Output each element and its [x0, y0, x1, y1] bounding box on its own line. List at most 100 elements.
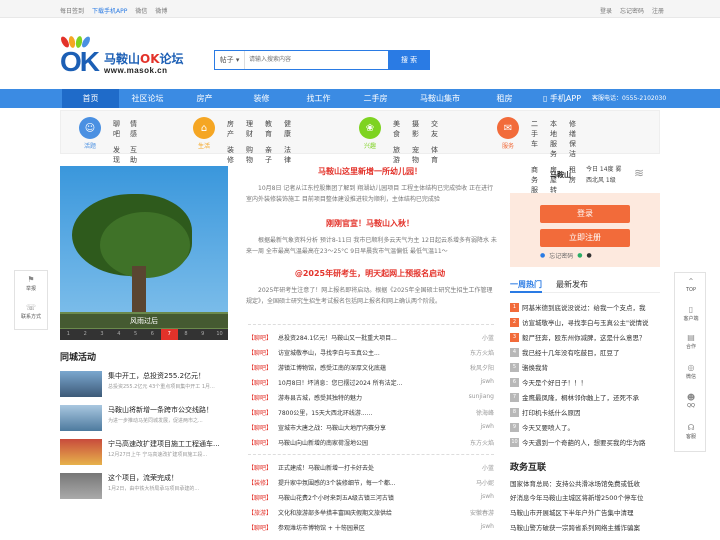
cat-link[interactable]: 互助 [130, 145, 137, 165]
cat-link[interactable]: 房产 [227, 119, 234, 139]
slide-dot[interactable]: 1 [60, 329, 77, 340]
list-item[interactable]: 马鞍山将新增一条跨市公交线路！ 为进一步推动马芜同城发展，促进两市之... [60, 405, 230, 435]
cat-link[interactable]: 法律 [284, 145, 291, 165]
cat-link[interactable]: 情感 [130, 119, 137, 139]
login-button[interactable]: 登录 [540, 205, 630, 223]
photo-slider[interactable]: 风雨过后 [60, 166, 228, 340]
list-item[interactable]: 2 访宣城敬亭山，寻找李白与玉真公主"说情说 [510, 316, 660, 330]
cat-link[interactable]: 旅游 [393, 145, 400, 165]
cat-link[interactable]: 聊吧 [113, 119, 120, 139]
nav-house[interactable]: 房产 [176, 89, 233, 108]
table-row[interactable]: 【聊吧】 正式建成！马鞍山新增一打卡好去处 小蓝 [248, 463, 494, 477]
qq-icon[interactable]: ● [587, 252, 592, 259]
headline-title[interactable]: 马鞍山这里新增一所幼儿园！ [240, 166, 500, 177]
sign-in-link[interactable]: 每日签到 [60, 6, 84, 15]
headline-title[interactable]: 刚刚官宣！马鞍山入秋！ [240, 218, 500, 229]
report-button[interactable]: ⚑ 举报 [15, 275, 47, 292]
list-item[interactable]: 马鞍山市开展城区下半年户外广告集中清理 [510, 507, 660, 517]
wechat-icon[interactable]: ● [577, 252, 582, 259]
list-item[interactable]: 国家体育总局：支持公共滑冰场馆免费或低收 [510, 478, 660, 488]
list-item[interactable]: 8 打印机卡纸什么原因 [510, 406, 660, 420]
client-button[interactable]: ▯ 客户端 [675, 305, 707, 322]
nav-home[interactable]: 首页 [62, 89, 119, 108]
slide-dot[interactable]: 6 [144, 329, 161, 340]
table-row[interactable]: 【聊吧】 参观潍坊市博物馆 + 十笏园景区 jswh [248, 523, 494, 537]
table-row[interactable]: 【聊吧】 访宣城敬亭山，寻找李白与玉真公主... 东方火焰 [248, 348, 494, 362]
forgot-password-link[interactable]: 忘记密码 [620, 6, 644, 15]
contact-button[interactable]: ☏ 联系方式 [15, 303, 47, 320]
qq-button[interactable]: ☻ QQ [675, 393, 707, 409]
table-row[interactable]: 【聊吧】 宣城市大唐之战：马鞍山大地厅内赛分享 jswh [248, 423, 494, 437]
slide-dot-active[interactable]: 7 [160, 329, 178, 340]
list-item[interactable]: 1 阿基米德到底说没说过：给我一个支点，我 [510, 301, 660, 315]
table-row[interactable]: 【旅游】 文化和旅游部多举措丰富国庆假期文旅供给 安徽春游 [248, 508, 494, 522]
download-app-link[interactable]: 下载手机APP [92, 6, 127, 15]
slide-dot[interactable]: 8 [178, 329, 195, 340]
nav-secondhand-house[interactable]: 二手房 [347, 89, 404, 108]
register-link[interactable]: 注册 [652, 6, 664, 15]
table-row[interactable]: 【聊吧】 总投资284.1亿元！马鞍山又一批重大项目... 小蓝 [248, 333, 494, 347]
list-item[interactable]: 6 今天是个好日子！！！ [510, 376, 660, 390]
slide-dot[interactable]: 10 [211, 329, 228, 340]
table-row[interactable]: 【聊吧】 游镇江博物馆，感受江南的深厚文化底蕴 秋风夕阳 [248, 363, 494, 377]
list-item[interactable]: 9 今天又要喷人了。 [510, 421, 660, 435]
nav-app[interactable]: ▯ 手机APP [533, 89, 591, 108]
list-item[interactable]: 3 毅尸狂奔，殴东州你减脾，这是什么意思？ [510, 331, 660, 345]
nav-decor[interactable]: 装修 [233, 89, 290, 108]
slide-dot[interactable]: 2 [77, 329, 94, 340]
cat-link[interactable]: 摄影 [412, 119, 419, 139]
list-item[interactable]: 10 今天遇到一个奇葩的人，想要买我的华为路 [510, 436, 660, 450]
wechat-button[interactable]: ◎ 微信 [675, 363, 707, 380]
list-item[interactable]: 5 骆焕我背 [510, 361, 660, 375]
nav-jobs[interactable]: 找工作 [290, 89, 347, 108]
search-type-select[interactable]: 帖子 ▾ [215, 51, 245, 69]
cat-link[interactable]: 亲子 [265, 145, 272, 165]
cat-link[interactable]: 体育 [431, 145, 438, 165]
list-item[interactable]: 7 金鹰最凤隆，桐林邻你触上了，还死不承 [510, 391, 660, 405]
site-logo[interactable]: OK 马鞍山OK论坛 www.masok.cn [58, 35, 188, 76]
slide-dot[interactable]: 4 [110, 329, 127, 340]
cooperate-button[interactable]: ▤ 合作 [675, 333, 707, 350]
tab-latest[interactable]: 最新发布 [556, 279, 588, 290]
search-input[interactable] [249, 51, 399, 69]
list-item[interactable]: 4 我已经十几年没有吃鼓目，肛豆了 [510, 346, 660, 360]
headline-title[interactable]: @2025年研考生，明天起网上预报名启动 [240, 268, 500, 279]
cat-link[interactable]: 修缮保洁 [569, 119, 576, 159]
table-row[interactable]: 【装修】 提升家中氛围感的3个装修细节，每一个都... 马小妮 [248, 478, 494, 492]
cat-link[interactable]: 美食 [393, 119, 400, 139]
slide-dot[interactable]: 3 [94, 329, 111, 340]
tab-weekly-hot[interactable]: 一周热门 [510, 279, 542, 293]
table-row[interactable]: 【聊吧】 10月8日！坏消息：您已摆过2024 所有法定... jswh [248, 378, 494, 392]
slide-dot[interactable]: 9 [194, 329, 211, 340]
cat-link[interactable]: 交友 [431, 119, 438, 139]
cat-link[interactable]: 装修 [227, 145, 234, 165]
register-button[interactable]: 立即注册 [540, 229, 630, 247]
cat-link[interactable]: 发现 [113, 145, 120, 165]
list-item[interactable]: 马鞍山警方破获一宗跨省系列网络主播诈骗案 [510, 522, 660, 532]
search-button[interactable]: 搜 索 [388, 50, 430, 70]
table-row[interactable]: 【聊吧】 游寿县古城，感受其独特的魅力 sunjiang [248, 393, 494, 407]
nav-market[interactable]: 马鞍山集市 [404, 89, 476, 108]
cat-link[interactable]: 购物 [246, 145, 253, 165]
list-item[interactable]: 宁马高速改扩建项目施工工程通车... 12月27日上午 宁马高速改扩建项目施工段.… [60, 439, 230, 469]
wechat-link[interactable]: 微信 [135, 6, 147, 15]
cat-link[interactable]: 教育 [265, 119, 272, 139]
table-row[interactable]: 【聊吧】 马鞍山向山新增的南家荷湿地公园 东方火焰 [248, 438, 494, 452]
cat-link[interactable]: 宠物 [412, 145, 419, 165]
list-item[interactable]: 好消息今年马鞍山主城区将新增2500个停车位 [510, 492, 660, 502]
cat-link[interactable]: 健康 [284, 119, 291, 139]
weibo-link[interactable]: 微博 [155, 6, 167, 15]
service-button[interactable]: ☊ 客服 [675, 423, 707, 440]
table-row[interactable]: 【聊吧】 马鞍山花费2个小时来到五A级古镇三河古镇 jswh [248, 493, 494, 507]
cat-link[interactable]: 理财 [246, 119, 253, 139]
nav-forum[interactable]: 社区论坛 [119, 89, 176, 108]
slide-dot[interactable]: 5 [127, 329, 144, 340]
cat-link[interactable]: 本地服务 [550, 119, 557, 159]
nav-rent[interactable]: 租房 [476, 89, 533, 108]
cat-link[interactable]: 二手车 [531, 119, 538, 159]
back-to-top-button[interactable]: ⌃ TOP [675, 277, 707, 293]
list-item[interactable]: 这个项目，流荣完成！ 1月2日，由中铁大桥局承马项目承建的... [60, 473, 230, 503]
table-row[interactable]: 【聊吧】 7800公里，15天大西北环线游...... 徐海峰 [248, 408, 494, 422]
login-link[interactable]: 登录 [600, 6, 612, 15]
forgot-password-link[interactable]: 忘记密码 [549, 251, 573, 260]
